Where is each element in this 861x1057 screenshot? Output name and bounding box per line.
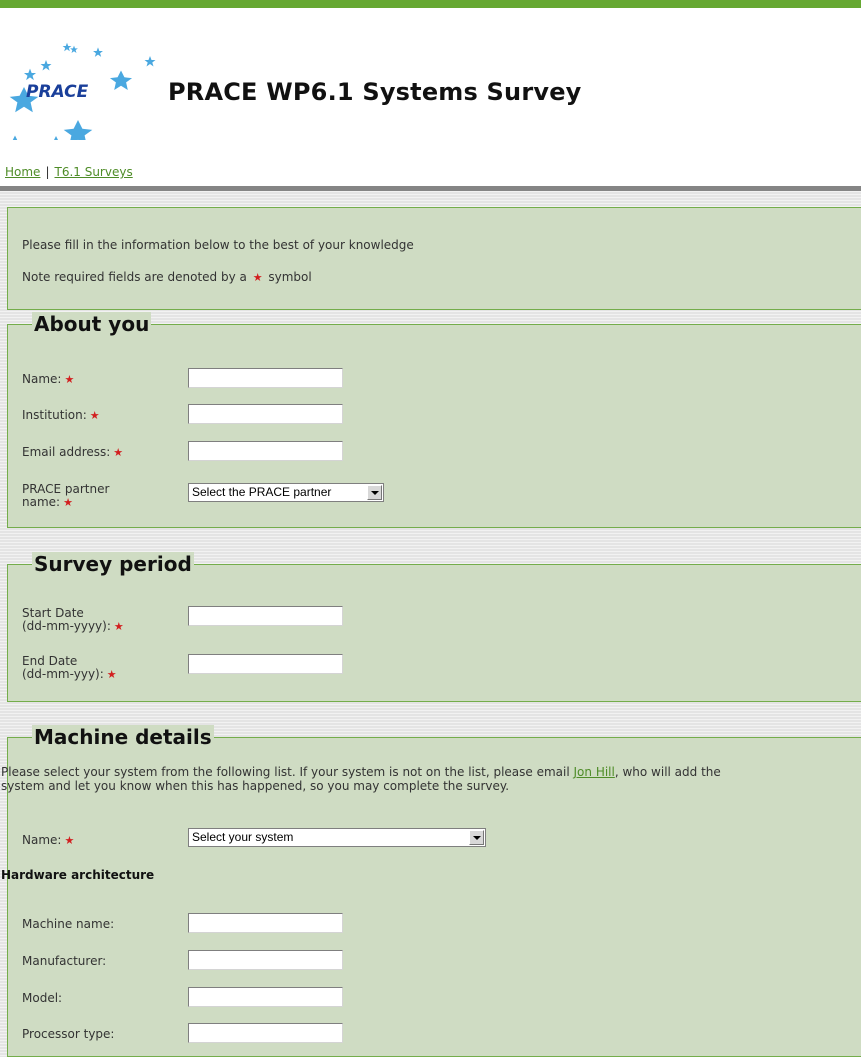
partner-label: PRACE partner name: ★ — [22, 482, 162, 510]
machine-details-legend: Machine details — [32, 725, 214, 749]
email-label: Email address: ★ — [22, 445, 162, 460]
prace-logo[interactable]: PRACE — [4, 40, 164, 140]
required-star-icon: ★ — [113, 446, 124, 459]
chevron-down-icon[interactable] — [367, 485, 382, 500]
institution-label-text: Institution: — [22, 408, 87, 422]
email-label-text: Email address: — [22, 445, 111, 459]
required-note-suffix: symbol — [268, 270, 312, 284]
processor-type-label: Processor type: — [22, 1027, 115, 1041]
required-star-icon: ★ — [64, 834, 75, 847]
survey-period-legend: Survey period — [32, 552, 194, 576]
model-label: Model: — [22, 991, 63, 1005]
machine-details-fieldset: Machine details Please select your syste… — [1, 725, 861, 1057]
processor-type-input[interactable] — [188, 1023, 343, 1043]
machine-name-input[interactable] — [188, 913, 343, 933]
model-input[interactable] — [188, 987, 343, 1007]
end-date-label-line2: (dd-mm-yyy): — [22, 667, 104, 681]
machine-description-suffix: , who will add the — [614, 765, 721, 779]
required-star-icon: ★ — [63, 496, 73, 509]
nav-surveys-link[interactable]: T6.1 Surveys — [54, 165, 132, 179]
required-star-icon: ★ — [89, 409, 100, 422]
partner-label-line1: PRACE partner — [22, 482, 110, 496]
start-date-label: Start Date (dd-mm-yyyy): ★ — [22, 606, 162, 634]
about-you-fieldset: About you Name: ★ Institution: ★ Email add… — [7, 312, 861, 528]
partner-select[interactable]: Select the PRACE partner — [188, 483, 384, 502]
partner-select-value: Select the PRACE partner — [192, 485, 332, 499]
machine-description: Please select your system from the follo… — [1, 765, 861, 793]
top-accent-bar — [0, 0, 861, 8]
required-star-icon: ★ — [252, 271, 263, 284]
header-divider — [0, 186, 861, 191]
required-star-icon: ★ — [106, 668, 117, 681]
breadcrumb: Home | T6.1 Surveys — [5, 165, 133, 179]
institution-input[interactable] — [188, 404, 343, 424]
intro-panel: Please fill in the information below to … — [7, 207, 861, 310]
name-input[interactable] — [188, 368, 343, 388]
required-star-icon: ★ — [64, 373, 75, 386]
name-label-text: Name: — [22, 372, 62, 386]
end-date-label: End Date (dd-mm-yyy): ★ — [22, 654, 162, 682]
about-you-legend: About you — [32, 312, 152, 336]
email-input[interactable] — [188, 441, 343, 461]
start-date-label-line2: (dd-mm-yyyy): — [22, 619, 111, 633]
intro-text: Please fill in the information below to … — [22, 238, 414, 252]
chevron-down-icon[interactable] — [469, 830, 484, 845]
machine-description-text: Please select your system from the follo… — [1, 765, 570, 779]
required-star-icon: ★ — [113, 620, 124, 633]
contact-jon-hill-link[interactable]: Jon Hill — [574, 765, 615, 779]
site-header: PRACE PRACE WP6.1 Systems Survey Home | T6… — [0, 8, 861, 186]
hardware-architecture-heading: Hardware architecture — [1, 868, 155, 882]
survey-period-fieldset: Survey period Start Date (dd-mm-yyyy): ★ E… — [7, 552, 861, 702]
system-name-label: Name: ★ — [22, 833, 162, 848]
machine-name-label: Machine name: — [22, 917, 115, 931]
required-note: Note required fields are denoted by a ★ … — [22, 270, 312, 284]
logo-text: PRACE — [26, 82, 89, 102]
institution-label: Institution: ★ — [22, 408, 162, 423]
machine-description-line2: system and let you know when this has ha… — [1, 779, 510, 793]
system-name-label-text: Name: — [22, 833, 62, 847]
required-note-text: Note required fields are denoted by a — [22, 270, 247, 284]
partner-label-line2: name: — [22, 495, 61, 509]
system-select[interactable]: Select your system — [188, 828, 486, 847]
start-date-input[interactable] — [188, 606, 343, 626]
end-date-label-line1: End Date — [22, 654, 78, 668]
nav-home-link[interactable]: Home — [5, 165, 40, 179]
nav-separator: | — [45, 165, 50, 179]
manufacturer-label: Manufacturer: — [22, 954, 107, 968]
name-label: Name: ★ — [22, 372, 162, 387]
manufacturer-input[interactable] — [188, 950, 343, 970]
page-title: PRACE WP6.1 Systems Survey — [168, 78, 582, 106]
start-date-label-line1: Start Date — [22, 606, 84, 620]
end-date-input[interactable] — [188, 654, 343, 674]
system-select-value: Select your system — [192, 830, 294, 844]
